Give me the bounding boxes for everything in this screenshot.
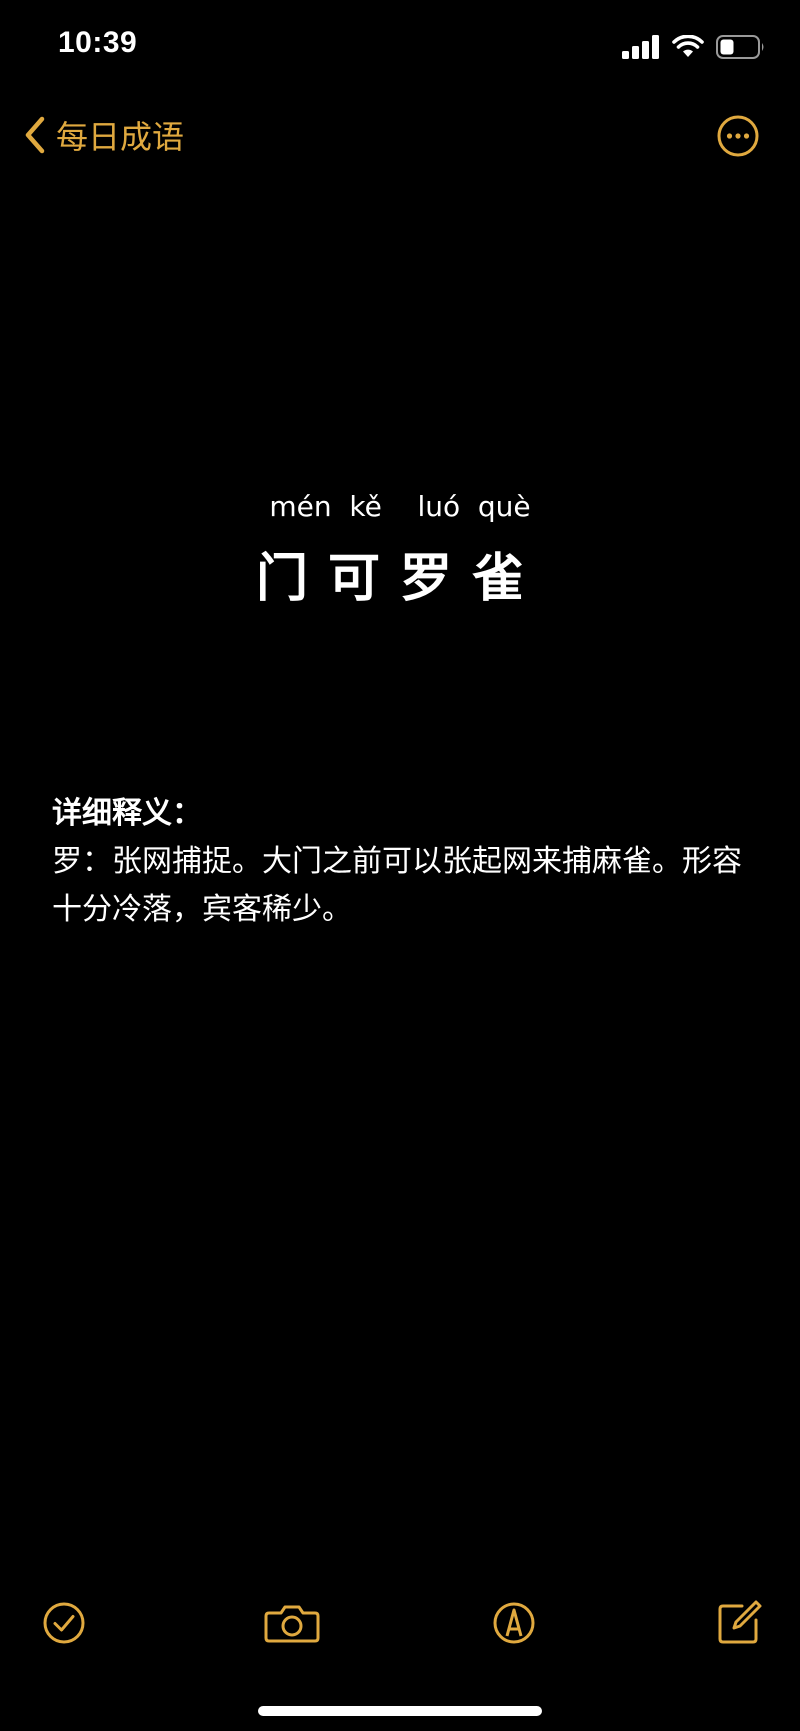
chevron-left-icon (22, 115, 48, 159)
explanation-heading: 详细释义： (52, 796, 202, 831)
compose-icon (712, 1596, 766, 1650)
wifi-icon (672, 35, 704, 59)
markup-button[interactable] (487, 1596, 541, 1650)
markup-pen-icon (487, 1596, 541, 1650)
cellular-signal-icon (622, 35, 660, 59)
status-icons (622, 34, 766, 60)
checklist-button[interactable] (37, 1596, 91, 1650)
more-button[interactable] (716, 114, 760, 158)
battery-icon (716, 34, 766, 60)
bottom-toolbar (0, 1596, 800, 1650)
status-time: 10:39 (58, 26, 138, 59)
back-label: 每日成语 (56, 118, 185, 156)
camera-icon (262, 1596, 322, 1650)
explanation-text: 详细释义： 罗：张网捕捉。大门之前可以张起网来捕麻雀。形容十分冷落，宾客稀少。 (52, 790, 752, 934)
home-indicator[interactable] (258, 1706, 542, 1716)
checklist-icon (37, 1596, 91, 1650)
compose-button[interactable] (712, 1596, 766, 1650)
explanation-body: 罗：张网捕捉。大门之前可以张起网来捕麻雀。形容十分冷落，宾客稀少。 (52, 844, 742, 927)
idiom-pinyin: mén kě luó què (269, 490, 531, 523)
status-bar: 10:39 (0, 0, 800, 96)
idiom-characters: 门可罗雀 (255, 549, 544, 609)
camera-button[interactable] (262, 1596, 322, 1650)
more-ellipsis-icon (716, 115, 760, 162)
back-button[interactable]: 每日成语 (22, 112, 184, 162)
